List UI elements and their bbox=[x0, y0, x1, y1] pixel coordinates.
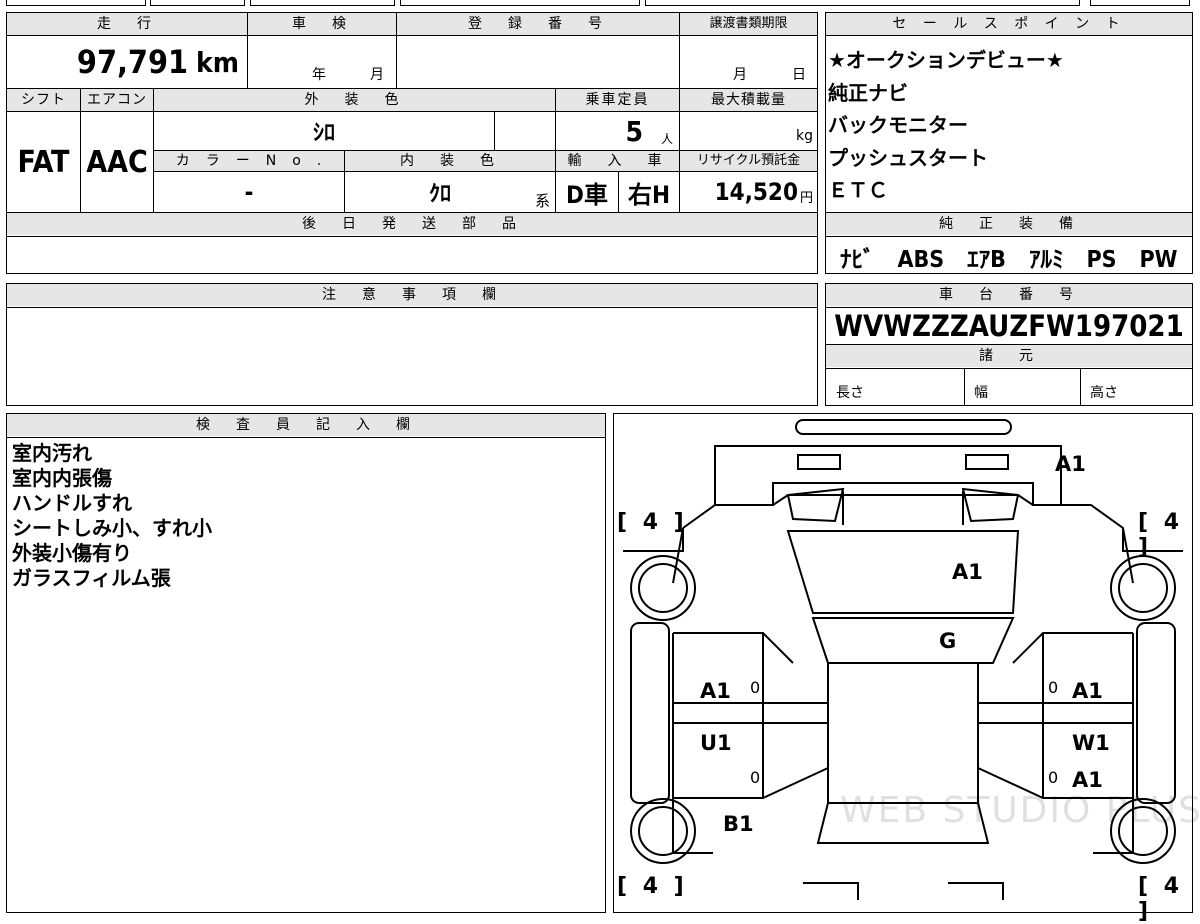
inspector-line: ガラスフィルム張 bbox=[12, 566, 171, 590]
recycle-value: 14,520 bbox=[714, 178, 798, 206]
damage-mark-hood: A1 bbox=[952, 560, 983, 584]
standard-equipment-value: ﾅﾋﾞ ABS ｴｱB ｱﾙﾐ PS PW bbox=[840, 247, 1178, 273]
inspector-line: 室内汚れ bbox=[12, 441, 92, 465]
spec-length-label: 長さ bbox=[836, 385, 864, 401]
top-strip bbox=[0, 0, 1200, 8]
transfer-day-label: 日 bbox=[792, 67, 806, 83]
capacity-value: 5 bbox=[625, 114, 643, 148]
specs-header: 諸 元 bbox=[826, 345, 1192, 367]
max-load-header: 最大積載量 bbox=[680, 89, 817, 111]
inspection-year-label: 年 bbox=[312, 67, 326, 83]
color-no-value: - bbox=[244, 178, 254, 206]
standard-equipment-header: 純 正 装 備 bbox=[826, 213, 1192, 235]
damage-mark-left-rear: B1 bbox=[723, 812, 754, 836]
damage-mark-left-rear-door: U1 bbox=[700, 731, 732, 755]
zero-mark: 0 bbox=[1048, 678, 1059, 697]
recycle-unit: 円 bbox=[799, 190, 813, 206]
mileage-header: 走 行 bbox=[7, 13, 247, 35]
inspector-notes: 室内汚れ 室内内張傷 ハンドルすれ シートしみ小、すれ小 外装小傷有り ガラスフ… bbox=[12, 441, 212, 591]
import-dealer: D車 bbox=[566, 180, 608, 209]
tire-front-right: [ 4 ] bbox=[1138, 510, 1184, 560]
tire-rear-right: [ 4 ] bbox=[1138, 874, 1184, 924]
mileage-value: 97,791 bbox=[76, 43, 188, 81]
inspector-header: 検 査 員 記 入 欄 bbox=[7, 414, 605, 436]
sales-points-list: ★オークションデビュー★ 純正ナビ バックモニター プッシュスタート ＥＴＣ bbox=[828, 44, 1064, 207]
chassis-number: WVWZZZAUZFW197021 bbox=[834, 309, 1184, 343]
spec-height-label: 高さ bbox=[1090, 385, 1118, 401]
damage-mark-right-rear-door-lower: A1 bbox=[1072, 768, 1103, 792]
zero-mark: 0 bbox=[1048, 768, 1059, 787]
damage-mark-right-front-door: A1 bbox=[1072, 679, 1103, 703]
max-load-unit: kg bbox=[796, 128, 813, 144]
sales-points-header: セ ー ル ス ポ イ ン ト bbox=[826, 13, 1192, 35]
inspection-month-label: 月 bbox=[370, 67, 384, 83]
zero-mark: 0 bbox=[750, 678, 761, 697]
import-handle: 右H bbox=[627, 180, 671, 209]
transfer-month-label: 月 bbox=[733, 67, 747, 83]
interior-color-value: ｸﾛ bbox=[428, 182, 451, 207]
interior-color-suffix: 系 bbox=[535, 192, 551, 210]
inspector-line: 室内内張傷 bbox=[12, 466, 112, 490]
spec-width-label: 幅 bbox=[974, 385, 988, 401]
later-parts-header: 後 日 発 送 部 品 bbox=[7, 213, 817, 235]
tire-front-left: [ 4 ] bbox=[617, 510, 688, 535]
notes-header: 注 意 事 項 欄 bbox=[7, 284, 817, 306]
import-header: 輸 入 車 bbox=[556, 151, 679, 171]
inspection-header: 車 検 bbox=[248, 13, 396, 35]
capacity-header: 乗車定員 bbox=[556, 89, 679, 111]
inspector-line: ハンドルすれ bbox=[12, 491, 132, 515]
inspector-line: シートしみ小、すれ小 bbox=[12, 516, 212, 540]
shift-value: FAT bbox=[17, 144, 70, 180]
mileage-unit: km bbox=[196, 45, 239, 79]
damage-mark-left-front-door: A1 bbox=[700, 679, 731, 703]
watermark: WEB STUDIO PLUS bbox=[840, 790, 1200, 831]
damage-mark-front-bumper: A1 bbox=[1055, 452, 1086, 476]
zero-mark: 0 bbox=[750, 768, 761, 787]
inspector-line: 外装小傷有り bbox=[12, 541, 132, 565]
sales-point-item: 純正ナビ bbox=[828, 80, 908, 105]
transfer-deadline-header: 譲渡書類期限 bbox=[680, 13, 817, 35]
damage-mark-right-rear-door: W1 bbox=[1072, 731, 1110, 755]
color-no-header: カ ラ ー N o . bbox=[154, 151, 344, 171]
registration-header: 登 録 番 号 bbox=[397, 13, 679, 35]
aircon-header: エアコン bbox=[81, 89, 153, 111]
aircon-value: AAC bbox=[86, 144, 148, 180]
exterior-color-header: 外 装 色 bbox=[154, 89, 555, 111]
chassis-header: 車 台 番 号 bbox=[826, 284, 1192, 306]
interior-color-header: 内 装 色 bbox=[345, 151, 555, 171]
recycle-header: リサイクル預託金 bbox=[680, 151, 817, 171]
sales-point-item: プッシュスタート bbox=[828, 145, 988, 170]
shift-header: シフト bbox=[7, 89, 80, 111]
sales-point-item: バックモニター bbox=[828, 113, 968, 137]
sales-point-item: ＥＴＣ bbox=[828, 178, 888, 202]
exterior-color-value: ｼﾛ bbox=[312, 121, 335, 146]
sales-point-item: ★オークションデビュー★ bbox=[828, 48, 1064, 72]
tire-rear-left: [ 4 ] bbox=[617, 874, 688, 899]
capacity-unit: 人 bbox=[660, 131, 673, 146]
damage-mark-windshield: G bbox=[939, 629, 957, 653]
